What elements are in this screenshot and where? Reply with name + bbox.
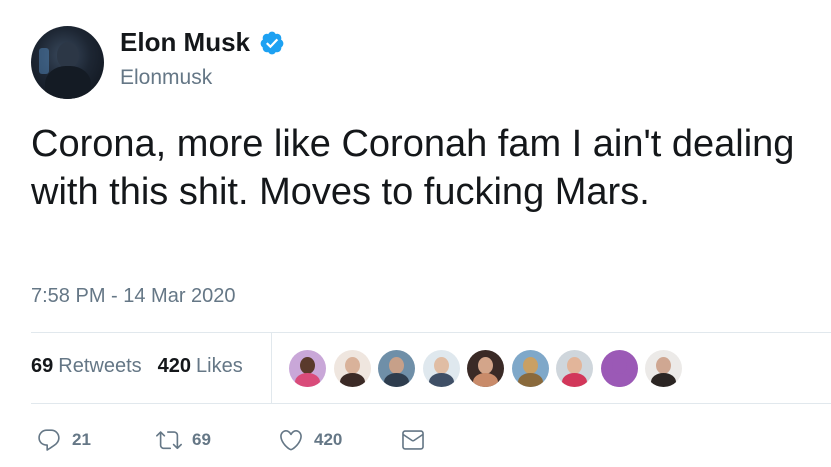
tweet-timestamp[interactable]: 7:58 PM - 14 Mar 2020 [31,285,236,308]
retweets-count: 69 [31,355,54,377]
reply-icon [38,429,60,451]
liker-avatar[interactable] [378,350,415,387]
likes-stat[interactable]: 420 Likes [158,355,243,378]
liker-avatar[interactable] [556,350,593,387]
liker-avatar[interactable] [645,350,682,387]
avatar[interactable] [31,26,104,99]
likes-label: Likes [196,355,243,377]
heart-icon [280,429,302,451]
like-count: 420 [314,430,343,449]
retweet-icon [156,431,182,450]
retweets-label: Retweets [58,355,142,377]
verified-badge-icon [260,31,284,54]
liker-avatar[interactable] [467,350,504,387]
stats-divider [271,333,272,403]
divider [31,332,831,333]
author-handle[interactable]: Elonmusk [120,66,212,90]
liker-avatar[interactable] [333,350,371,387]
reply-button[interactable]: 21 [36,427,91,453]
liker-avatar[interactable] [422,350,460,387]
retweet-button[interactable]: 69 [156,427,211,453]
divider [31,403,831,404]
liker-avatar[interactable] [289,350,326,387]
tweet-text: Corona, more like Coronah fam I ain't de… [31,123,795,213]
author-name-row: Elon Musk [120,27,285,58]
reply-count: 21 [72,430,91,449]
likes-count: 420 [157,355,191,377]
engagement-stats: 69 Retweets 420 Likes [31,355,259,378]
liker-avatar[interactable] [511,350,549,387]
liker-avatars [289,350,690,387]
tweet-card: Elon Musk Elonmusk Corona, more like Cor… [0,0,831,467]
retweet-count: 69 [192,430,211,449]
retweets-stat[interactable]: 69 Retweets [31,355,142,378]
like-button[interactable]: 420 [278,427,342,453]
envelope-icon [402,430,424,450]
liker-avatar[interactable] [600,350,638,387]
display-name[interactable]: Elon Musk [120,27,250,58]
direct-message-button[interactable] [400,427,426,453]
